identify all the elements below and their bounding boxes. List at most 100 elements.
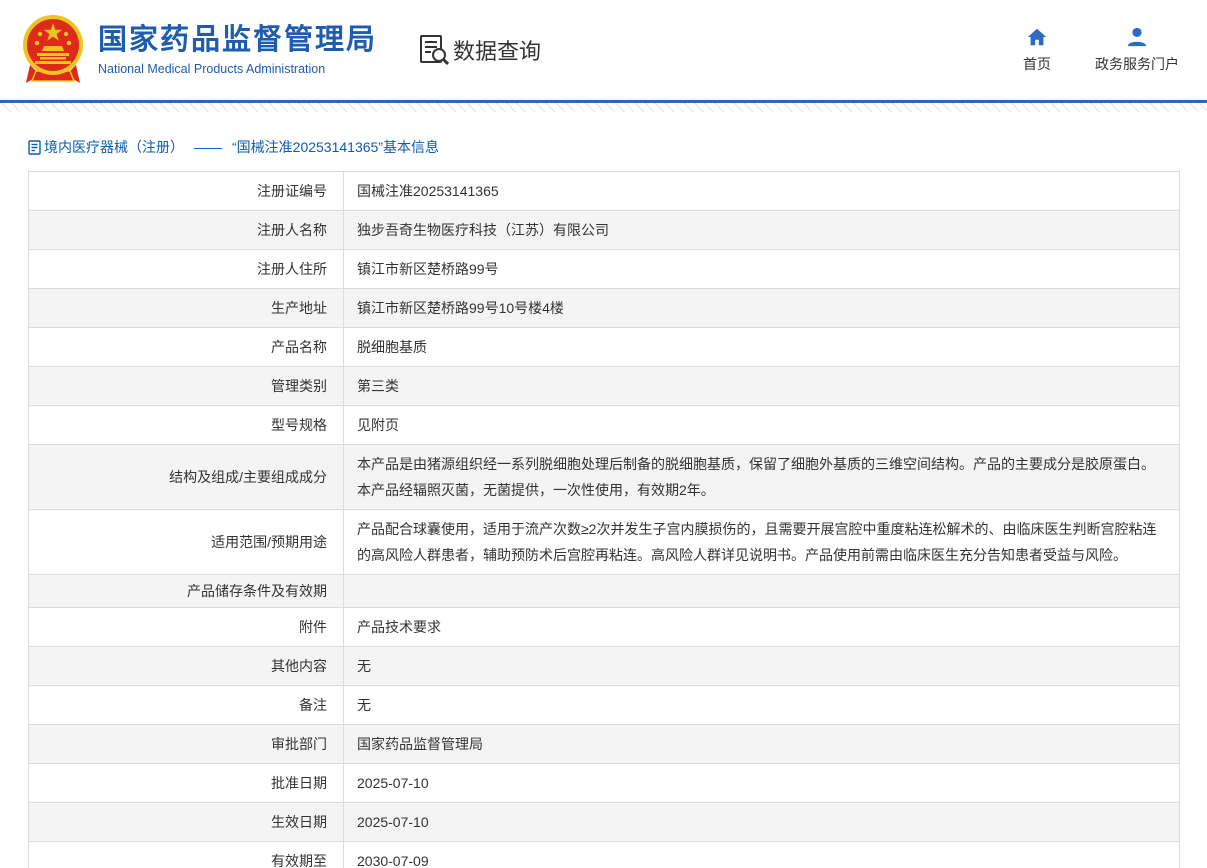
- row-value: 国械注准20253141365: [344, 172, 1179, 210]
- row-value: 产品配合球囊使用，适用于流产次数≥2次并发生子宫内膜损伤的，且需要开展宫腔中重度…: [344, 510, 1179, 574]
- nav-home-label: 首页: [1023, 54, 1051, 74]
- row-value: 2025-07-10: [344, 803, 1179, 841]
- row-label-text: 生效日期: [271, 812, 327, 832]
- table-row: 备注无: [29, 686, 1179, 725]
- table-row: 有效期至 2030-07-09: [29, 842, 1179, 868]
- table-row: 批准日期 2025-07-10: [29, 764, 1179, 803]
- row-value-text: 产品技术要求: [357, 614, 441, 640]
- row-value-text: 2025-07-10: [357, 809, 429, 835]
- row-label-text: 附件: [299, 617, 327, 637]
- info-table-body: 注册证编号 国械注准20253141365 注册人名称 独步吾奇生物医疗科技（江苏）有…: [28, 171, 1180, 868]
- row-label: 审批部门: [29, 725, 344, 763]
- row-label-text: 批准日期: [271, 773, 327, 793]
- top-nav: 首页 政务服务门户: [1023, 26, 1179, 74]
- row-value: 无: [344, 647, 1179, 685]
- row-value: 第三类: [344, 367, 1179, 405]
- user-icon: [1126, 26, 1148, 48]
- breadcrumb-category[interactable]: 境内医疗器械（注册）: [44, 137, 184, 157]
- table-row: 生产地址 镇江市新区楚桥路99号10号楼4楼: [29, 289, 1179, 328]
- breadcrumb: 境内医疗器械（注册） —— “国械注准20253141365”基本信息: [28, 137, 1207, 157]
- row-label-text: 结构及组成/主要组成成分: [169, 467, 327, 487]
- table-row: 产品储存条件及有效期: [29, 575, 1179, 608]
- data-query-title: 数据查询: [419, 34, 541, 66]
- row-value: 脱细胞基质: [344, 328, 1179, 366]
- table-row: 适用范围/预期用途 产品配合球囊使用，适用于流产次数≥2次并发生子宫内膜损伤的，且…: [29, 510, 1179, 575]
- row-label-text: 管理类别: [271, 376, 327, 396]
- row-value-text: 本产品是由猪源组织经一系列脱细胞处理后制备的脱细胞基质，保留了细胞外基质的三维空…: [357, 451, 1161, 503]
- row-label: 附件: [29, 608, 344, 646]
- row-value-text: 国械注准20253141365: [357, 178, 499, 204]
- nav-portal[interactable]: 政务服务门户: [1095, 26, 1179, 74]
- table-row: 附件 产品技术要求: [29, 608, 1179, 647]
- document-icon: [28, 140, 41, 155]
- table-row: 管理类别 第三类: [29, 367, 1179, 406]
- row-value-text: 2030-07-09: [357, 848, 429, 868]
- row-label: 生产地址: [29, 289, 344, 327]
- row-value: 镇江市新区楚桥路99号10号楼4楼: [344, 289, 1179, 327]
- brand-text: 国家药品监督管理局 National Medical Products Admi…: [98, 24, 377, 75]
- row-value: 见附页: [344, 406, 1179, 444]
- brand: 国家药品监督管理局 National Medical Products Admi…: [22, 13, 541, 87]
- row-value: 镇江市新区楚桥路99号: [344, 250, 1179, 288]
- row-value: [344, 575, 1179, 607]
- table-row: 生效日期 2025-07-10: [29, 803, 1179, 842]
- row-label-text: 有效期至: [271, 851, 327, 868]
- table-row: 产品名称 脱细胞基质: [29, 328, 1179, 367]
- row-label-text: 生产地址: [271, 298, 327, 318]
- org-name-en: National Medical Products Administration: [98, 62, 377, 76]
- row-value: 国家药品监督管理局: [344, 725, 1179, 763]
- breadcrumb-separator: ——: [194, 139, 222, 155]
- row-label-text: 注册人名称: [257, 220, 327, 240]
- nav-home[interactable]: 首页: [1023, 26, 1051, 74]
- row-value-text: 独步吾奇生物医疗科技（江苏）有限公司: [357, 217, 609, 243]
- row-label: 产品名称: [29, 328, 344, 366]
- row-value-text: 2025-07-10: [357, 770, 429, 796]
- row-value: 本产品是由猪源组织经一系列脱细胞处理后制备的脱细胞基质，保留了细胞外基质的三维空…: [344, 445, 1179, 509]
- row-label: 结构及组成/主要组成成分: [29, 445, 344, 509]
- row-label-text: 其他内容: [271, 656, 327, 676]
- row-value: 无: [344, 686, 1179, 724]
- table-row: 其他内容 无: [29, 647, 1179, 686]
- row-label: 备注: [29, 686, 344, 724]
- breadcrumb-current: “国械注准20253141365”基本信息: [232, 137, 439, 157]
- table-row: 型号规格 见附页: [29, 406, 1179, 445]
- row-label-text: 产品名称: [271, 337, 327, 357]
- row-label: 产品储存条件及有效期: [29, 575, 344, 607]
- row-label: 注册人名称: [29, 211, 344, 249]
- row-value: 2025-07-10: [344, 764, 1179, 802]
- row-label: 注册证编号: [29, 172, 344, 210]
- row-label-text: 产品储存条件及有效期: [187, 581, 327, 601]
- table-row: 审批部门 国家药品监督管理局: [29, 725, 1179, 764]
- row-value-text: 镇江市新区楚桥路99号: [357, 256, 499, 282]
- document-search-icon: [419, 34, 449, 66]
- row-label: 注册人住所: [29, 250, 344, 288]
- table-row: 注册人名称 独步吾奇生物医疗科技（江苏）有限公司: [29, 211, 1179, 250]
- national-emblem-logo: [22, 13, 84, 87]
- home-icon: [1026, 26, 1048, 48]
- table-row: 注册人住所 镇江市新区楚桥路99号: [29, 250, 1179, 289]
- table-row: 注册证编号 国械注准20253141365: [29, 172, 1179, 211]
- row-value: 产品技术要求: [344, 608, 1179, 646]
- row-value-text: 国家药品监督管理局: [357, 731, 483, 757]
- row-value-text: 镇江市新区楚桥路99号10号楼4楼: [357, 295, 564, 321]
- row-value: 独步吾奇生物医疗科技（江苏）有限公司: [344, 211, 1179, 249]
- row-label: 其他内容: [29, 647, 344, 685]
- row-value-text: 产品配合球囊使用，适用于流产次数≥2次并发生子宫内膜损伤的，且需要开展宫腔中重度…: [357, 516, 1161, 568]
- row-label: 管理类别: [29, 367, 344, 405]
- main-content: 境内医疗器械（注册） —— “国械注准20253141365”基本信息 注册证编…: [0, 137, 1207, 868]
- data-query-label: 数据查询: [453, 34, 541, 66]
- row-label-text: 审批部门: [271, 734, 327, 754]
- row-value-text: 第三类: [357, 373, 399, 399]
- table-row: 结构及组成/主要组成成分 本产品是由猪源组织经一系列脱细胞处理后制备的脱细胞基质，…: [29, 445, 1179, 510]
- row-label-text: 适用范围/预期用途: [211, 532, 327, 552]
- row-label-text: 型号规格: [271, 415, 327, 435]
- row-label-text: 备注: [299, 695, 327, 715]
- row-value: 2030-07-09: [344, 842, 1179, 868]
- row-label: 有效期至: [29, 842, 344, 868]
- row-label-text: 注册人住所: [257, 259, 327, 279]
- nav-portal-label: 政务服务门户: [1095, 54, 1179, 74]
- row-value-text: 无: [357, 653, 371, 679]
- row-value-text: 脱细胞基质: [357, 334, 427, 360]
- row-label-text: 注册证编号: [257, 181, 327, 201]
- row-value-text: 见附页: [357, 412, 399, 438]
